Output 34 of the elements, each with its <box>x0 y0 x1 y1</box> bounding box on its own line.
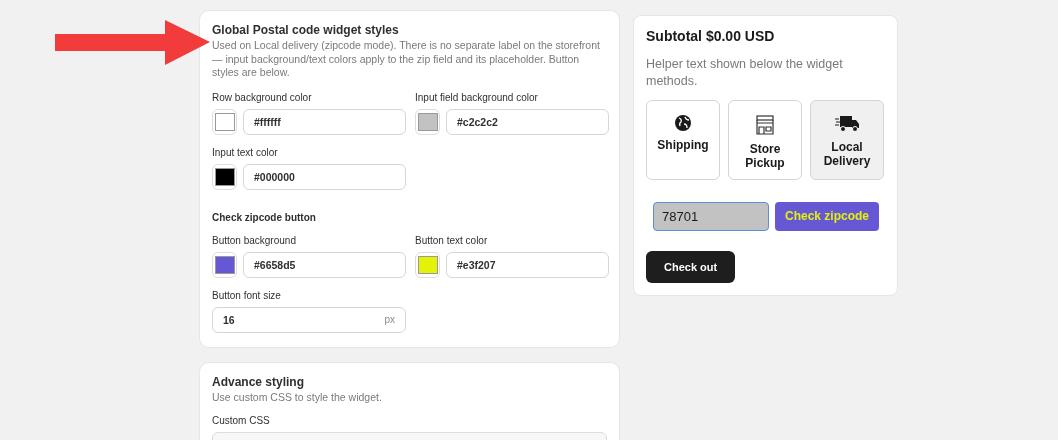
color-swatch[interactable] <box>212 163 237 190</box>
color-swatch[interactable] <box>415 108 440 135</box>
color-input[interactable]: #c2c2c2 <box>446 108 609 135</box>
color-input[interactable]: #e3f207 <box>446 251 609 278</box>
field-label: Button background <box>212 234 297 246</box>
checkout-button[interactable]: Check out <box>646 250 736 283</box>
color-swatch[interactable] <box>415 251 440 278</box>
color-swatch[interactable] <box>212 108 237 135</box>
color-input[interactable]: #6658d5 <box>243 251 406 278</box>
method-option[interactable]: Shipping <box>646 99 720 180</box>
field-label: Button text color <box>415 234 489 246</box>
color-swatch[interactable] <box>212 251 237 278</box>
delivery-truck-icon <box>834 113 860 134</box>
font-size-input[interactable]: 16 px <box>212 306 406 333</box>
section-title: Global Postal code widget styles <box>212 23 400 37</box>
subsection-title: Check zipcode button <box>212 211 317 223</box>
field-label: Custom CSS <box>212 414 271 426</box>
color-input[interactable]: #ffffff <box>243 108 406 135</box>
subtotal-text: Subtotal $0.00 USD <box>646 28 776 44</box>
helper-text: Helper text shown below the widget methods. <box>646 56 844 90</box>
section-description: Used on Local delivery (zipcode mode). There is no separate label on the storefront — input background/text colors apply to the zip field and its placeholder. Button styles are below. <box>212 39 601 80</box>
method-option[interactable]: Store Pickup <box>728 99 802 180</box>
storefront-icon <box>754 113 776 136</box>
section-description: Use custom CSS to style the widget. <box>212 390 383 405</box>
check-zipcode-button[interactable]: Check zipcode <box>775 201 880 231</box>
field-label: Input field background color <box>415 91 539 103</box>
section-title: Advance styling <box>212 374 306 389</box>
zipcode-field[interactable]: 78701 <box>653 201 769 231</box>
field-label: Button font size <box>212 289 282 301</box>
globe-icon <box>674 113 692 132</box>
field-label: Row background color <box>212 91 313 103</box>
color-input[interactable]: #000000 <box>243 163 406 190</box>
field-label: Input text color <box>212 146 279 158</box>
method-option[interactable]: Local Delivery <box>810 99 884 180</box>
